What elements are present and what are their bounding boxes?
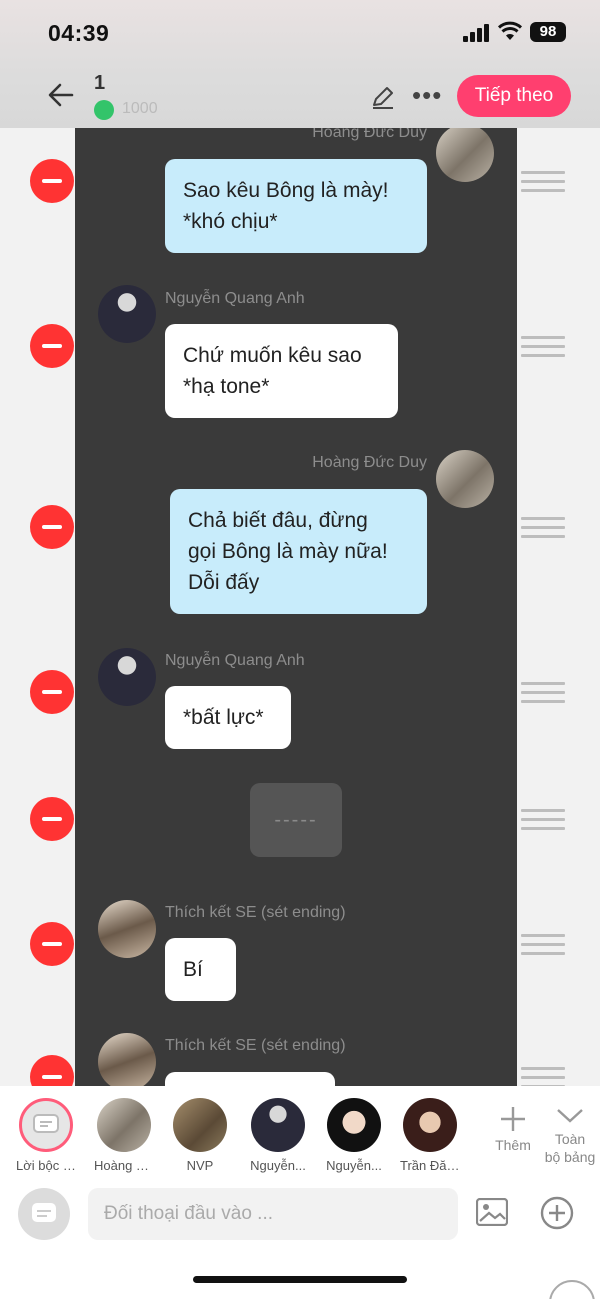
character-avatar [403, 1098, 457, 1152]
status-time: 04:39 [48, 20, 110, 46]
next-button[interactable]: Tiếp theo [457, 75, 571, 117]
message-bubble[interactable]: Bí [165, 938, 236, 1001]
wifi-icon [497, 21, 523, 40]
message-bubble[interactable]: Chứ muốn kêu sao *hạ tone* [165, 324, 398, 418]
check-icon [94, 100, 114, 120]
chat-area: Hoàng Đức Duy Sao kêu Bông là mày! *khó … [75, 128, 517, 1086]
speaker-avatar[interactable] [98, 285, 156, 343]
speaker-avatar[interactable] [436, 450, 494, 508]
character-item[interactable]: Nguyễn... [324, 1098, 384, 1173]
message-bubble[interactable]: Chả biết đâu, đừng gọi Bông là mày nữa! … [170, 489, 427, 614]
edit-pencil-icon[interactable] [370, 84, 396, 110]
speaker-avatar[interactable] [436, 128, 494, 182]
add-circle-icon[interactable] [540, 1196, 574, 1230]
drag-handle-icon[interactable] [521, 934, 565, 958]
scroll-up-button[interactable] [549, 1280, 595, 1299]
drag-handle-icon[interactable] [521, 171, 565, 195]
character-avatar [97, 1098, 151, 1152]
remove-message-button[interactable] [30, 159, 74, 203]
remove-message-button[interactable] [30, 797, 74, 841]
remove-message-button[interactable] [30, 670, 74, 714]
remove-message-button[interactable] [30, 922, 74, 966]
character-avatar [173, 1098, 227, 1152]
drag-handle-icon[interactable] [521, 682, 565, 706]
speaker-name: Hoàng Đức Duy [312, 128, 427, 141]
character-avatar [251, 1098, 305, 1152]
speaker-name: Hoàng Đức Duy [312, 454, 427, 471]
whole-label-1: Toàn [554, 1131, 586, 1147]
top-bar: 04:39 98 1 1000 ••• Tiếp theo [0, 0, 600, 128]
remove-message-button[interactable] [30, 324, 74, 368]
character-label: Trần Đăn... [400, 1158, 460, 1173]
back-arrow-icon[interactable] [46, 80, 76, 110]
character-item[interactable]: NVP [170, 1098, 230, 1173]
whole-label-2: bộ bảng [544, 1149, 596, 1165]
chat-bubble-icon [32, 1203, 56, 1222]
character-avatar [327, 1098, 381, 1152]
narration-icon [19, 1098, 73, 1152]
drag-handle-icon[interactable] [521, 809, 565, 833]
dialogue-input[interactable] [88, 1188, 458, 1240]
battery-indicator: 98 [530, 22, 566, 42]
drag-handle-icon[interactable] [521, 517, 565, 541]
image-icon[interactable] [476, 1198, 508, 1226]
separator-block[interactable]: ----- [250, 783, 342, 857]
page-title: 1 [94, 72, 106, 94]
home-indicator [193, 1276, 407, 1283]
character-label: Nguyễn... [326, 1158, 382, 1173]
character-label: Lời bộc b... [16, 1158, 76, 1173]
character-item[interactable]: Hoàng Đ... [94, 1098, 154, 1173]
character-item[interactable]: Trần Đăn... [400, 1098, 460, 1173]
speaker-name: Nguyễn Quang Anh [165, 290, 305, 307]
speaker-avatar[interactable] [98, 1033, 156, 1086]
input-row [0, 1184, 600, 1244]
speaker-name: Nguyễn Quang Anh [165, 652, 305, 669]
plus-icon [501, 1107, 525, 1131]
speaker-name: Thích kết SE (sét ending) [165, 904, 346, 921]
speaker-name: Thích kết SE (sét ending) [165, 1037, 346, 1054]
message-bubble[interactable]: *bất lực* [165, 686, 291, 749]
message-bubble[interactable]: Sao kêu Bông là mày! *khó chịu* [165, 159, 427, 253]
signal-icon [463, 24, 489, 42]
add-label: Thêm [495, 1137, 531, 1153]
message-bubble[interactable] [165, 1072, 335, 1086]
character-narration[interactable]: Lời bộc b... [16, 1098, 76, 1173]
character-label: Nguyễn... [250, 1158, 306, 1173]
speaker-avatar[interactable] [98, 900, 156, 958]
chevron-down-icon [557, 1109, 583, 1123]
character-item[interactable]: Nguyễn... [248, 1098, 308, 1173]
character-label: NVP [186, 1158, 214, 1173]
bottom-panel: Lời bộc b... Hoàng Đ... NVP Nguyễn... Ng… [0, 1086, 600, 1299]
add-character-button[interactable]: Thêm [486, 1104, 540, 1153]
speaker-avatar[interactable] [98, 648, 156, 706]
whole-board-button[interactable]: Toàn bộ bảng [540, 1104, 600, 1166]
more-options-icon[interactable]: ••• [412, 82, 442, 108]
character-label: Hoàng Đ... [94, 1158, 154, 1173]
remove-message-button[interactable] [30, 505, 74, 549]
subtitle-count: 1000 [122, 100, 158, 117]
drag-handle-icon[interactable] [521, 336, 565, 360]
narration-toggle-button[interactable] [18, 1188, 70, 1240]
